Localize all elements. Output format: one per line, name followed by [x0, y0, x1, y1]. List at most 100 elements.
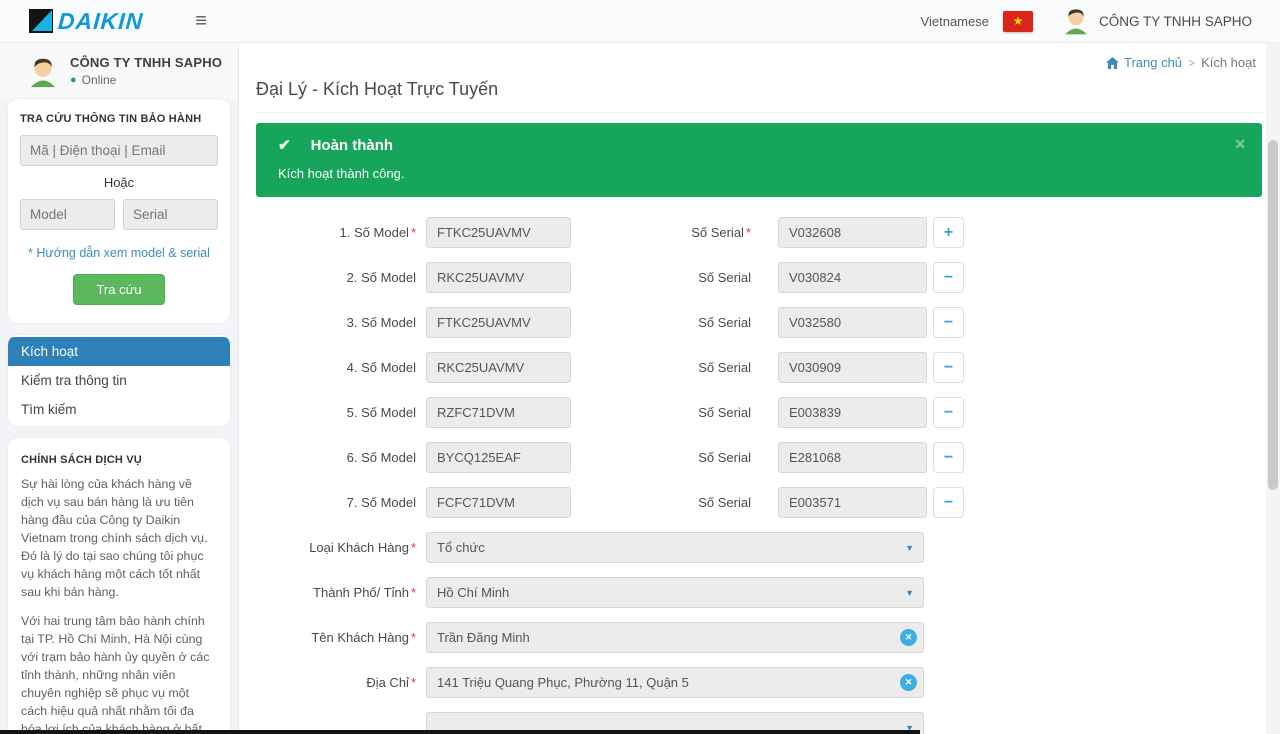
remove-row-button[interactable]: − [933, 442, 964, 473]
sidebar-item-tim-kiem[interactable]: Tìm kiếm [8, 395, 230, 424]
serial-label: Số Serial [571, 315, 751, 330]
customer-type-select[interactable]: Tổ chức ▼ [426, 532, 924, 563]
serial-label: Số Serial [571, 450, 751, 465]
daikin-logo[interactable]: DAIKIN [28, 8, 143, 35]
search-card-heading: TRA CỨU THÔNG TIN BẢO HÀNH [20, 113, 218, 125]
sidebar-nav: Kích hoạt Kiểm tra thông tin Tìm kiếm [8, 335, 230, 426]
hamburger-menu-icon[interactable]: ≡ [195, 11, 207, 31]
serial-search-input[interactable] [123, 199, 218, 230]
product-row-2: 2. Số Model Số Serial − [256, 262, 1262, 293]
sidebar-item-kiem-tra-thong-tin[interactable]: Kiểm tra thông tin [8, 366, 230, 395]
sidebar-user-name: CÔNG TY TNHH SAPHO [70, 55, 222, 70]
scrollbar-thumb[interactable] [1268, 140, 1278, 490]
model-input[interactable] [426, 352, 571, 383]
title-divider [256, 112, 1262, 113]
search-submit-button[interactable]: Tra cứu [73, 274, 164, 305]
remove-row-button[interactable]: − [933, 262, 964, 293]
city-select[interactable]: Hồ Chí Minh ▼ [426, 577, 924, 608]
serial-input[interactable] [778, 217, 927, 248]
model-label: 1. Số Model* [256, 225, 416, 240]
caret-down-icon: ▼ [905, 588, 914, 598]
user-avatar-icon [1061, 6, 1091, 36]
minus-icon: − [944, 405, 953, 421]
serial-input[interactable] [778, 262, 927, 293]
alert-message: Kích hoạt thành công. [278, 166, 1244, 181]
sidebar-user-panel: CÔNG TY TNHH SAPHO ● Online [0, 43, 238, 99]
model-input[interactable] [426, 397, 571, 428]
remove-row-button[interactable]: − [933, 307, 964, 338]
success-alert: ✔ Hoàn thành Kích hoạt thành công. ✕ [256, 123, 1262, 197]
remove-row-button[interactable]: − [933, 397, 964, 428]
sidebar-user-status: ● Online [70, 73, 222, 87]
activation-form: 1. Số Model* Số Serial* + 2. Số Model Số… [256, 217, 1262, 734]
product-row-7: 7. Số Model Số Serial − [256, 487, 1262, 518]
vertical-scrollbar [1266, 43, 1280, 734]
serial-label: Số Serial* [571, 225, 751, 240]
model-input[interactable] [426, 442, 571, 473]
serial-input[interactable] [778, 307, 927, 338]
address-input[interactable] [426, 667, 924, 698]
product-row-6: 6. Số Model Số Serial − [256, 442, 1262, 473]
model-label: 2. Số Model [256, 270, 416, 285]
remove-row-button[interactable]: − [933, 352, 964, 383]
model-label: 3. Số Model [256, 315, 416, 330]
serial-label: Số Serial [571, 270, 751, 285]
customer-name-row: Tên Khách Hàng* ✕ [256, 622, 1262, 653]
clear-field-icon[interactable]: ✕ [900, 629, 917, 646]
language-label[interactable]: Vietnamese [921, 14, 989, 29]
model-label: 4. Số Model [256, 360, 416, 375]
serial-label: Số Serial [571, 405, 751, 420]
code-phone-email-input[interactable] [20, 135, 218, 166]
topbar-user-menu[interactable]: CÔNG TY TNHH SAPHO [1061, 6, 1252, 36]
topbar-right: Vietnamese ★ CÔNG TY TNHH SAPHO [921, 6, 1280, 36]
sidebar-item-kich-hoat[interactable]: Kích hoạt [8, 337, 230, 366]
model-input[interactable] [426, 262, 571, 293]
daikin-logo-mark [28, 8, 54, 34]
serial-label: Số Serial [571, 360, 751, 375]
product-row-3: 3. Số Model Số Serial − [256, 307, 1262, 338]
minus-icon: − [944, 495, 953, 511]
model-label: 7. Số Model [256, 495, 416, 510]
online-label: Online [82, 73, 117, 87]
model-search-input[interactable] [20, 199, 115, 230]
home-icon [1106, 57, 1119, 69]
serial-input[interactable] [778, 397, 927, 428]
vietnam-flag-icon[interactable]: ★ [1003, 11, 1033, 32]
minus-icon: − [944, 450, 953, 466]
customer-type-row: Loại Khách Hàng* Tổ chức ▼ [256, 532, 1262, 563]
check-icon: ✔ [278, 136, 291, 154]
customer-name-label: Tên Khách Hàng* [256, 630, 416, 645]
serial-input[interactable] [778, 487, 927, 518]
alert-close-icon[interactable]: ✕ [1234, 136, 1246, 153]
breadcrumb-current: Kích hoạt [1201, 55, 1256, 70]
model-label: 6. Số Model [256, 450, 416, 465]
page-title: Đại Lý - Kích Hoạt Trực Tuyến [256, 79, 1262, 100]
customer-name-input[interactable] [426, 622, 924, 653]
address-label: Địa Chỉ* [256, 675, 416, 690]
model-input[interactable] [426, 487, 571, 518]
bottom-edge-band [0, 730, 920, 734]
customer-type-label: Loại Khách Hàng* [256, 540, 416, 555]
city-row: Thành Phố/ Tỉnh* Hồ Chí Minh ▼ [256, 577, 1262, 608]
minus-icon: − [944, 360, 953, 376]
breadcrumb-home-link[interactable]: Trang chủ [1106, 55, 1182, 70]
product-row-1: 1. Số Model* Số Serial* + [256, 217, 1262, 248]
topbar-user-name: CÔNG TY TNHH SAPHO [1099, 14, 1252, 29]
model-serial-guide-link[interactable]: * Hướng dẫn xem model & serial [20, 246, 218, 260]
remove-row-button[interactable]: − [933, 487, 964, 518]
daikin-wordmark: DAIKIN [57, 8, 144, 35]
clear-field-icon[interactable]: ✕ [900, 674, 917, 691]
model-input[interactable] [426, 217, 571, 248]
policy-paragraph-2: Với hai trung tâm bảo hành chính tại TP.… [21, 613, 217, 734]
serial-input[interactable] [778, 442, 927, 473]
add-row-button[interactable]: + [933, 217, 964, 248]
serial-input[interactable] [778, 352, 927, 383]
service-policy-card: CHÍNH SÁCH DỊCH VỤ Sự hài lòng của khách… [8, 438, 230, 734]
alert-title: Hoàn thành [311, 137, 394, 154]
caret-down-icon: ▼ [905, 543, 914, 553]
or-divider-label: Hoặc [20, 175, 218, 190]
model-label: 5. Số Model [256, 405, 416, 420]
model-input[interactable] [426, 307, 571, 338]
flag-star: ★ [1013, 14, 1024, 28]
online-dot-icon: ● [70, 74, 77, 86]
